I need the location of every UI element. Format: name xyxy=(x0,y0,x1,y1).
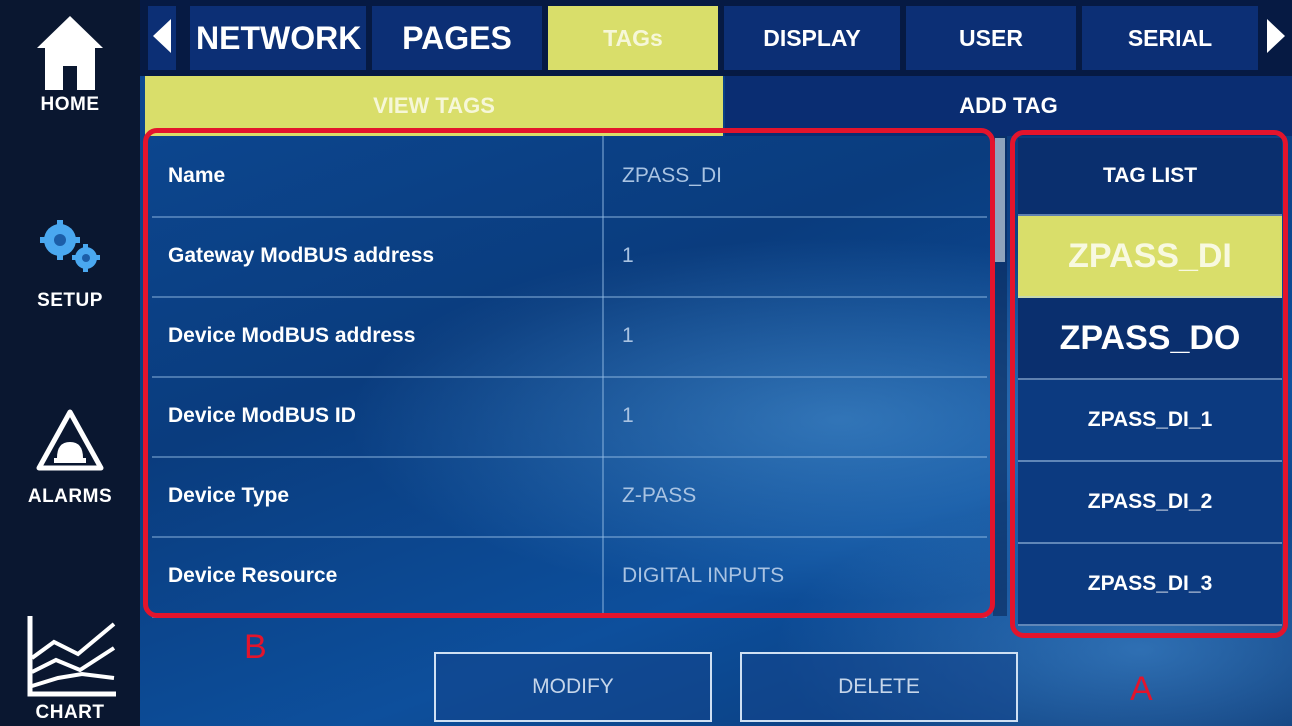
scrollbar-thumb[interactable] xyxy=(995,138,1005,262)
alarm-bell-icon xyxy=(0,408,140,472)
callout-label-a: A xyxy=(1130,670,1153,708)
sidebar: HOME SETUP ALARMS CHART xyxy=(0,0,140,726)
line-chart-icon xyxy=(0,612,140,698)
arrow-right-icon xyxy=(1267,18,1285,58)
top-tab-bar: NETWORK PAGES TAGs DISPLAY USER SERIAL xyxy=(140,0,1292,76)
tab-user[interactable]: USER xyxy=(906,6,1076,70)
callout-box-b xyxy=(143,128,995,618)
alarms-label: ALARMS xyxy=(27,486,113,507)
callout-label-b: B xyxy=(244,628,267,666)
tab-pages[interactable]: PAGES xyxy=(372,6,542,70)
tab-serial[interactable]: SERIAL xyxy=(1082,6,1258,70)
subtab-add-tag[interactable]: ADD TAG xyxy=(725,76,1292,136)
setup-button[interactable]: SETUP xyxy=(0,218,140,312)
tab-display[interactable]: DISPLAY xyxy=(724,6,900,70)
arrow-left-icon xyxy=(153,18,171,58)
alarms-button[interactable]: ALARMS xyxy=(0,408,140,508)
modify-button[interactable]: MODIFY xyxy=(434,652,712,722)
house-icon xyxy=(0,14,140,94)
home-button[interactable]: HOME xyxy=(0,14,140,116)
subtab-view-tags[interactable]: VIEW TAGS xyxy=(145,76,723,136)
chart-label: CHART xyxy=(35,702,105,723)
tab-network[interactable]: NETWORK xyxy=(190,6,366,70)
tab-scroll-left-button[interactable] xyxy=(148,6,176,70)
delete-button[interactable]: DELETE xyxy=(740,652,1018,722)
tab-tags[interactable]: TAGs xyxy=(548,6,718,70)
home-label: HOME xyxy=(40,94,100,115)
tab-scroll-right-button[interactable] xyxy=(1262,6,1290,70)
gears-icon xyxy=(0,218,140,274)
form-scrollbar[interactable] xyxy=(993,136,1007,616)
chart-button[interactable]: CHART xyxy=(0,612,140,723)
callout-box-a xyxy=(1010,130,1288,638)
setup-label: SETUP xyxy=(37,290,103,311)
